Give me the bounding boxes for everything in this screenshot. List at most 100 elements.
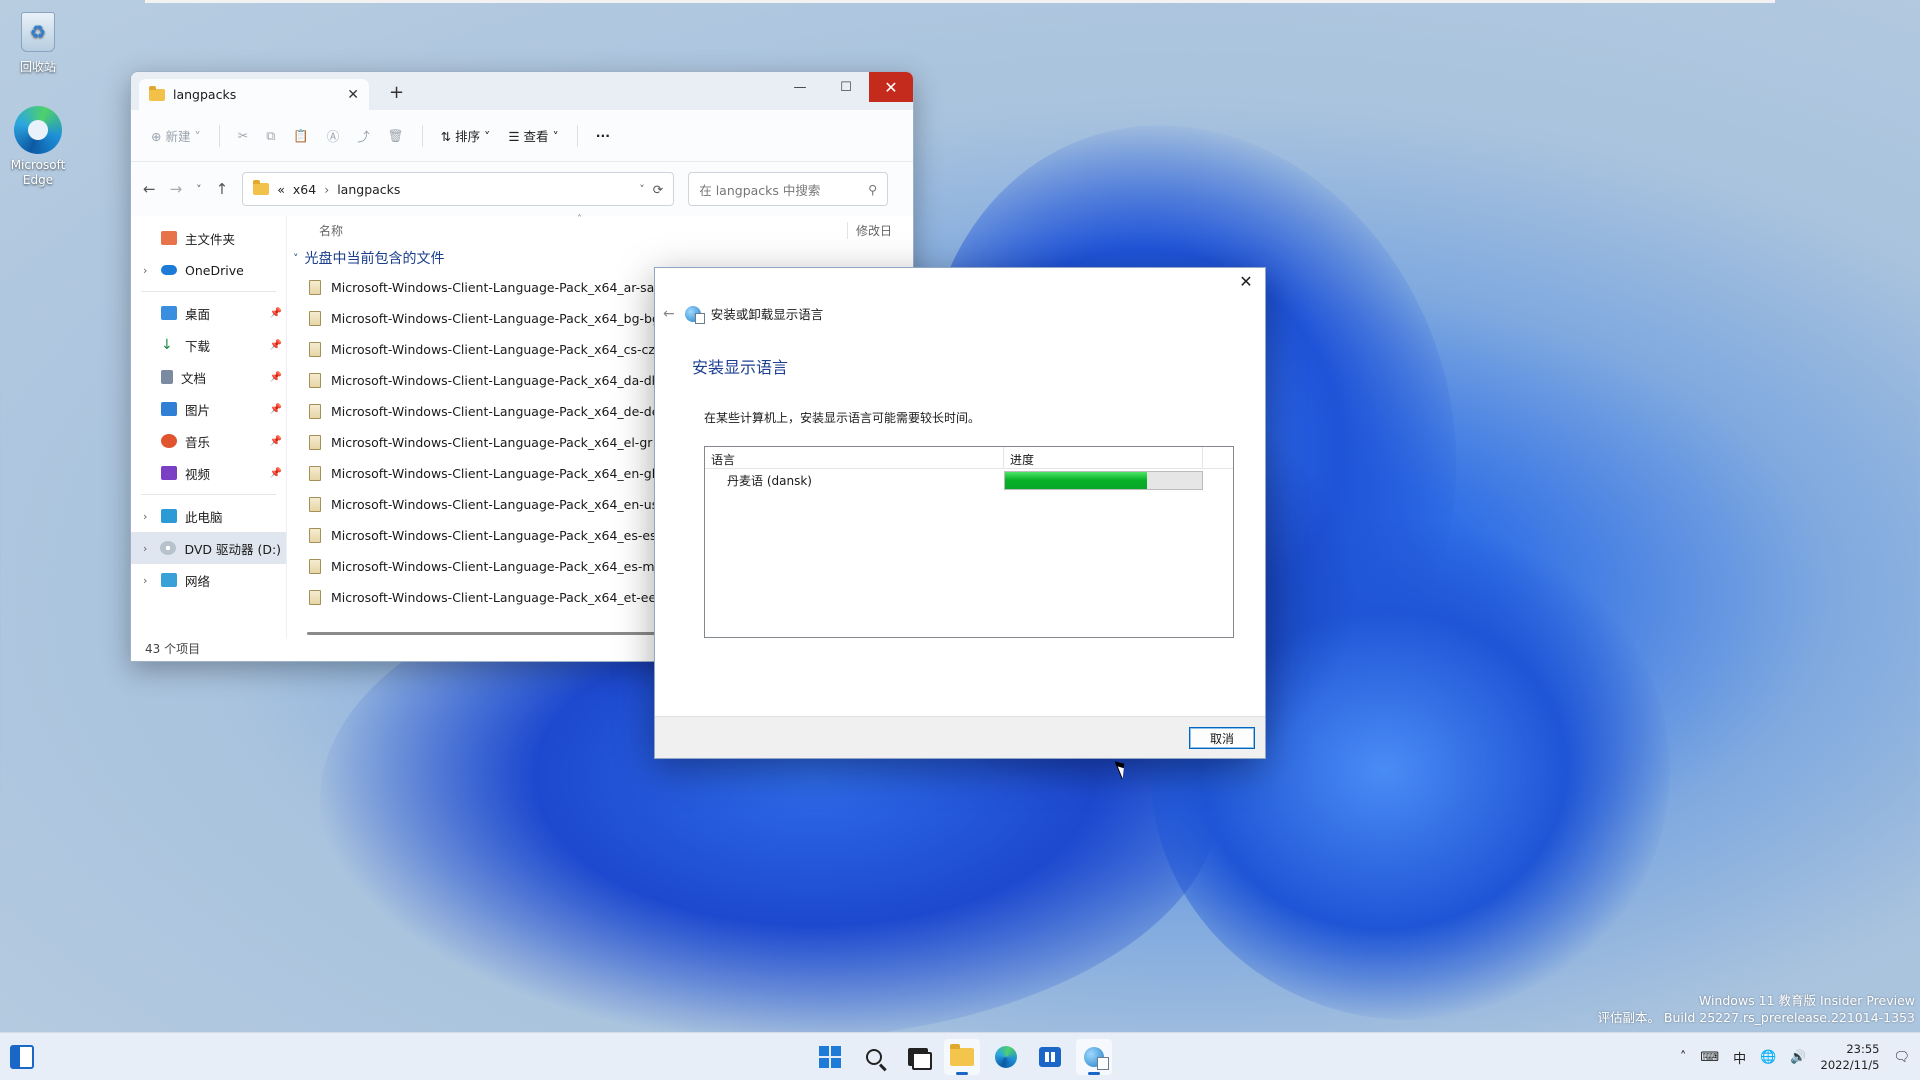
desktop-icon-label: Microsoft Edge [10, 158, 66, 187]
progress-fill [1005, 472, 1147, 489]
nav-item-downloads[interactable]: ↓ 下载 📌 [131, 329, 286, 361]
delete-icon[interactable]: 🗑 [388, 128, 404, 144]
nav-item-onedrive[interactable]: › OneDrive [131, 254, 286, 286]
video-icon [161, 466, 177, 480]
start-button[interactable] [812, 1039, 848, 1075]
nav-item-pictures[interactable]: 图片 📌 [131, 393, 286, 425]
nav-item-desktop[interactable]: 桌面 📌 [131, 297, 286, 329]
desktop-icon-recycle-bin[interactable]: ♻ 回收站 [0, 8, 76, 75]
desktop-icon-edge[interactable]: Microsoft Edge [0, 106, 76, 188]
back-arrow-icon[interactable]: ← [663, 306, 675, 322]
column-header-name[interactable]: 名称 [319, 222, 343, 239]
dialog-close-button[interactable]: ✕ [1235, 272, 1257, 291]
computer-icon [161, 509, 177, 523]
address-bar[interactable]: « x64 › langpacks ˅ ⟳ [242, 172, 675, 206]
cut-icon[interactable]: ✂ [238, 128, 248, 143]
cancel-button[interactable]: 取消 [1189, 727, 1255, 749]
tab-strip: langpacks ✕ + — ☐ ✕ [131, 72, 913, 110]
ime-mode[interactable]: 中 [1733, 1048, 1746, 1067]
search-input[interactable]: 在 langpacks 中搜索 ⚲ [688, 172, 889, 206]
pin-icon[interactable]: 📌 [270, 404, 282, 415]
nav-item-music[interactable]: 音乐 📌 [131, 425, 286, 457]
chevron-right-icon[interactable]: › [143, 542, 152, 555]
pin-icon[interactable]: 📌 [270, 468, 282, 479]
chevron-right-icon[interactable]: › [143, 574, 153, 587]
cab-file-icon [309, 404, 321, 419]
chevron-down-icon[interactable]: ˅ [293, 252, 299, 265]
refresh-icon[interactable]: ⟳ [653, 182, 663, 197]
tab-label: langpacks [173, 87, 237, 102]
file-name: Microsoft-Windows-Client-Language-Pack_x… [331, 466, 660, 481]
input-indicator-icon[interactable]: ⌨ [1700, 1050, 1719, 1065]
taskbar-search-button[interactable] [856, 1039, 892, 1075]
navigation-pane: 主文件夹 › OneDrive 桌面 📌 ↓ 下载 📌 文档 📌 图片 📌 音乐… [131, 216, 287, 639]
maximize-button[interactable]: ☐ [823, 72, 869, 102]
network-globe-icon[interactable]: 🌐 [1760, 1050, 1776, 1065]
pin-icon[interactable]: 📌 [270, 436, 282, 447]
tab-langpacks[interactable]: langpacks ✕ [139, 79, 369, 110]
chevron-up-icon[interactable]: ˄ [1680, 1050, 1687, 1065]
notification-icon[interactable]: 🗨 [1893, 1050, 1910, 1065]
taskbar-language-installer[interactable] [1076, 1039, 1112, 1075]
language-globe-icon [1084, 1047, 1109, 1070]
pin-icon[interactable]: 📌 [270, 372, 282, 383]
pin-icon[interactable]: 📌 [270, 308, 282, 319]
paste-icon[interactable]: 📋 [293, 128, 309, 144]
taskbar-store[interactable] [1032, 1039, 1068, 1075]
minimize-button[interactable]: — [777, 72, 823, 102]
system-tray: ˄ ⌨ 中 🌐 🔊 23:55 2022/11/5 🗨 [1680, 1033, 1910, 1080]
sort-button[interactable]: ⇅ 排序 ˅ [441, 126, 491, 145]
horizontal-scrollbar[interactable] [307, 632, 657, 635]
nav-item-documents[interactable]: 文档 📌 [131, 361, 286, 393]
nav-item-videos[interactable]: 视频 📌 [131, 457, 286, 489]
task-view-button[interactable] [900, 1039, 936, 1075]
close-button[interactable]: ✕ [869, 72, 913, 102]
more-options-button[interactable]: ··· [596, 128, 610, 143]
pin-icon[interactable]: 📌 [270, 340, 282, 351]
widgets-icon[interactable] [10, 1045, 34, 1069]
recent-chevron-icon[interactable]: ˅ [196, 183, 202, 196]
sort-indicator-icon: ˄ [577, 214, 582, 225]
sort-label: 排序 [455, 129, 481, 144]
forward-arrow-icon[interactable]: → [170, 180, 183, 198]
clock[interactable]: 23:55 2022/11/5 [1821, 1041, 1880, 1073]
breadcrumb-overflow[interactable]: « [277, 182, 285, 197]
copy-icon[interactable]: ⧉ [266, 128, 275, 144]
breadcrumb-separator-icon: › [324, 181, 330, 197]
folder-icon [950, 1044, 974, 1066]
folder-icon [253, 180, 270, 195]
recycle-bin-icon: ♻ [14, 8, 62, 56]
chevron-right-icon[interactable]: › [143, 510, 153, 523]
rename-icon[interactable]: Ⓐ [327, 126, 340, 145]
breadcrumb-langpacks[interactable]: langpacks [337, 182, 400, 197]
file-name: Microsoft-Windows-Client-Language-Pack_x… [331, 559, 662, 574]
status-bar-item-count: 43 个项目 [145, 642, 201, 656]
nav-item-dvd-drive[interactable]: › DVD 驱动器 (D:) L [131, 532, 286, 564]
breadcrumb-x64[interactable]: x64 [293, 182, 316, 197]
cab-file-icon [309, 342, 321, 357]
home-icon [161, 231, 177, 245]
address-dropdown-icon[interactable]: ˅ [639, 183, 645, 196]
nav-item-home[interactable]: 主文件夹 [131, 222, 286, 254]
dialog-header-label: 安装或卸载显示语言 [710, 307, 824, 322]
chevron-right-icon[interactable]: › [143, 264, 153, 277]
view-button[interactable]: ☰ 查看 ˅ [508, 126, 558, 145]
column-header-row: ˄ 名称 修改日 [287, 214, 913, 244]
cloud-icon [161, 265, 177, 275]
nav-item-this-pc[interactable]: › 此电脑 [131, 500, 286, 532]
up-arrow-icon[interactable]: ↑ [216, 180, 229, 198]
cab-file-icon [309, 373, 321, 388]
taskbar-file-explorer[interactable] [944, 1039, 980, 1075]
nav-item-network[interactable]: › 网络 [131, 564, 286, 596]
share-icon[interactable]: ⤴ [357, 126, 370, 145]
volume-icon[interactable]: 🔊 [1790, 1050, 1806, 1065]
folder-icon [149, 85, 165, 101]
new-tab-button[interactable]: + [389, 82, 404, 103]
back-arrow-icon[interactable]: ← [143, 180, 156, 198]
new-button[interactable]: ⊕ 新建 ˅ [151, 126, 201, 145]
evaluation-watermark: Windows 11 教育版 Insider Preview 评估副本。 Bui… [1597, 992, 1915, 1026]
column-header-modified[interactable]: 修改日 [847, 221, 892, 239]
close-tab-icon[interactable]: ✕ [347, 87, 359, 103]
dialog-header: ← 安装或卸载显示语言 [663, 304, 824, 324]
taskbar-edge[interactable] [988, 1039, 1024, 1075]
